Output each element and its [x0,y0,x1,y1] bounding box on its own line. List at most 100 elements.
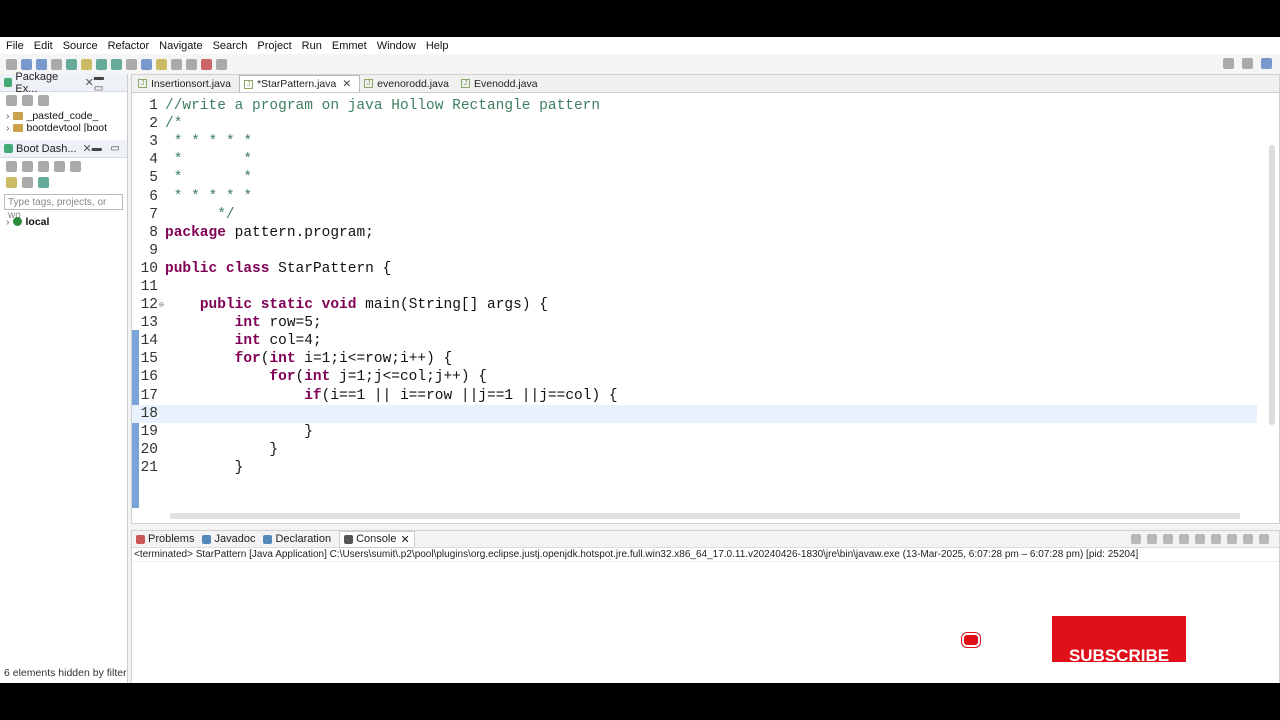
run-history-icon[interactable] [111,58,122,70]
remove-all-icon[interactable] [1163,534,1173,544]
code-line[interactable]: 2 /* [132,115,1257,133]
save-icon[interactable] [21,58,32,70]
code-text: } [165,441,279,458]
remove-launch-icon[interactable] [1147,534,1157,544]
menu-file[interactable]: File [6,40,24,52]
scroll-lock-icon[interactable] [1179,534,1189,544]
code-line[interactable]: 8 package pattern.program; [132,224,1257,242]
tab-problems[interactable]: Problems [136,533,194,545]
subscribe-button[interactable]: SUBSCRIBE [1052,616,1186,662]
open-perspective-icon[interactable] [1242,58,1253,69]
minimize-maximize-icon[interactable]: ▬ ▭ [92,143,123,154]
java-perspective-icon[interactable] [1261,58,1272,69]
code-line[interactable]: 7 */ [132,206,1257,224]
code-line[interactable]: 17 if(i==1 || i==row ||j==1 ||j==col) { [132,387,1257,405]
print-icon[interactable] [51,58,62,70]
close-icon[interactable]: ✕ [400,533,409,546]
pin-console-icon[interactable] [1211,534,1221,544]
minimize-maximize-icon[interactable]: ▬ ▭ [94,72,123,94]
last-edit-icon[interactable] [201,58,212,70]
vertical-scrollbar[interactable] [1269,145,1275,425]
close-icon[interactable]: ✕ [342,78,351,90]
line-number: 6 [149,188,158,205]
lightbulb-icon[interactable] [6,176,17,188]
add-icon[interactable] [38,176,49,188]
view-menu-icon[interactable] [38,94,49,106]
tab-javadoc[interactable]: Javadoc [202,533,255,545]
code-line[interactable]: 9 [132,242,1257,260]
tab-console[interactable]: Console ✕ [339,530,415,548]
code-text: package pattern.program; [165,224,374,241]
menu-window[interactable]: Window [377,40,416,52]
menu-search[interactable]: Search [213,40,248,52]
menu-emmet[interactable]: Emmet [332,40,367,52]
nav-forward-icon[interactable] [186,58,197,70]
tree-item[interactable]: › _pasted_code_ [0,108,127,123]
restart-icon[interactable] [38,160,49,172]
menu-project[interactable]: Project [257,40,291,52]
console-icon[interactable] [54,160,65,172]
code-line[interactable]: 5 * * [132,169,1257,187]
horizontal-scrollbar[interactable] [162,511,1252,521]
close-icon[interactable]: ✕ [85,76,94,89]
chevron-right-icon[interactable]: › [6,123,10,132]
tab-declaration[interactable]: Declaration [263,533,331,545]
build-icon[interactable] [81,58,92,70]
close-icon[interactable]: ✕ [83,142,92,155]
code-line[interactable]: 18 [132,404,1257,423]
chevron-right-icon[interactable]: › [6,110,10,122]
word-wrap-icon[interactable] [1195,534,1205,544]
menu-run[interactable]: Run [302,40,322,52]
menu-source[interactable]: Source [63,40,98,52]
terminate-icon[interactable] [1131,534,1141,544]
chevron-right-icon[interactable]: › [6,216,10,228]
scroll-thumb[interactable] [170,513,1240,519]
search-tool-icon[interactable] [141,58,152,70]
code-line[interactable]: 12 ⊖ public static void main(String[] arg… [132,296,1257,314]
link-editor-icon[interactable] [22,94,33,106]
filter-input[interactable]: Type tags, projects, or wo [4,194,123,221]
run-icon[interactable] [96,58,107,70]
menu-edit[interactable]: Edit [34,40,53,52]
code-area[interactable]: 1 //write a program on java Hollow Rectan… [132,97,1257,517]
edit-icon[interactable] [70,160,81,172]
code-line[interactable]: 11 [132,278,1257,296]
code-line[interactable]: 15 for(int i=1;i<=row;i++) { [132,350,1257,368]
code-line[interactable]: 16 for(int j=1;j<=col;j++) { [132,368,1257,386]
open-console-icon[interactable] [1227,534,1237,544]
menu-navigate[interactable]: Navigate [159,40,202,52]
editor-tab[interactable]: J *StarPattern.java ✕ [238,75,361,92]
pin-icon[interactable] [216,58,227,70]
maximize-icon[interactable] [1259,534,1269,544]
code-line[interactable]: 14 int col=4; [132,332,1257,350]
code-line[interactable]: 4 * * [132,151,1257,169]
code-line[interactable]: 3 * * * * * [132,133,1257,151]
code-line[interactable]: 6 * * * * * [132,187,1257,205]
save-all-icon[interactable] [36,58,47,70]
search-icon[interactable] [1223,58,1234,69]
collapse-all-icon[interactable] [6,94,17,106]
editor-tab[interactable]: J Insertionsort.java [134,75,239,92]
code-line[interactable]: 10 public class StarPattern { [132,260,1257,278]
menu-refactor[interactable]: Refactor [108,40,150,52]
code-line[interactable]: 19 } [132,423,1257,441]
code-line[interactable]: 20 } [132,441,1257,459]
annotation-icon[interactable] [156,58,167,70]
tab-boot-dashboard[interactable]: Boot Dash... ✕ ▬ ▭ [0,140,127,158]
start-icon[interactable] [6,160,17,172]
code-line[interactable]: 13 int row=5; [132,314,1257,332]
stop-icon[interactable] [22,160,33,172]
tab-package-explorer[interactable]: Package Ex... ✕ ▬ ▭ [0,71,127,95]
code-line[interactable]: 21 } [132,459,1257,477]
code-line[interactable]: 1 //write a program on java Hollow Rectan… [132,97,1257,115]
menu-help[interactable]: Help [426,40,449,52]
coverage-icon[interactable] [126,58,137,70]
editor-tab[interactable]: J Evenodd.java [457,75,546,92]
editor-tab[interactable]: Jevenorodd.java [360,75,457,92]
nav-back-icon[interactable] [171,58,182,70]
filter-icon[interactable] [22,176,33,188]
new-icon[interactable] [6,58,17,70]
debug-icon[interactable] [66,58,77,70]
minimize-icon[interactable] [1243,534,1253,544]
tree-item[interactable]: › bootdevtool [boot [0,123,127,132]
